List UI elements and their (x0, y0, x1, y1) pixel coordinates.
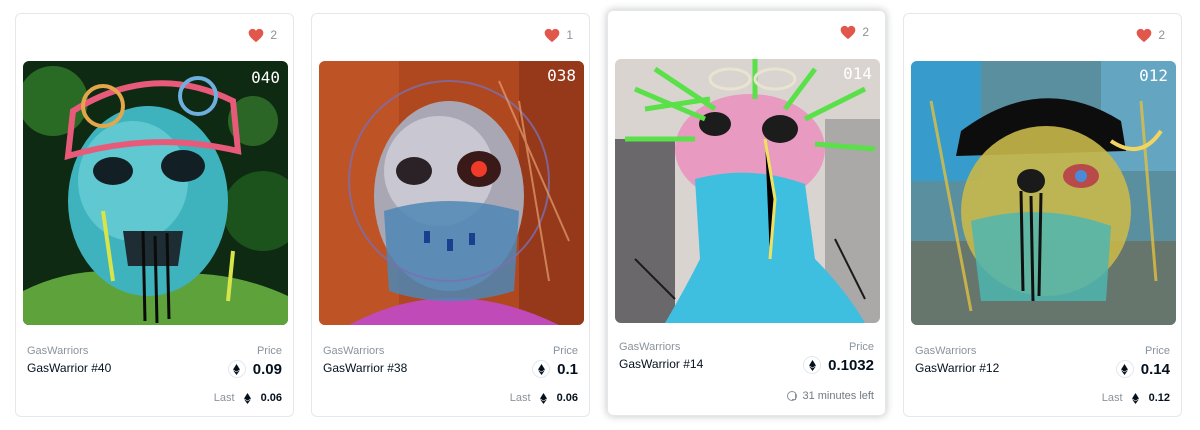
asset-image[interactable]: 038 (319, 61, 584, 325)
asset-card-38[interactable]: 1 038 GasWarriors GasWarrior #38 Price 0… (311, 13, 590, 417)
ethereum-icon (532, 360, 551, 378)
last-price: 0.12 (1148, 392, 1170, 404)
last-price: 0.06 (260, 392, 282, 404)
ethereum-icon (1129, 391, 1143, 405)
asset-name[interactable]: GasWarrior #12 (915, 361, 999, 375)
favorite-button[interactable]: 1 (544, 26, 573, 44)
price-label: Price (256, 345, 282, 357)
ethereum-icon (537, 391, 551, 405)
art-number: 012 (1139, 66, 1168, 85)
price: 0.1032 (803, 356, 874, 374)
last-label: Last (213, 392, 235, 404)
favorite-button[interactable]: 2 (1136, 26, 1165, 44)
price-value: 0.09 (252, 360, 282, 378)
heart-icon (248, 28, 264, 42)
art-number: 038 (547, 66, 576, 85)
ethereum-icon (227, 360, 246, 378)
price: 0.1 (532, 360, 578, 378)
art-number: 014 (843, 64, 872, 83)
collection-name[interactable]: GasWarriors (915, 345, 976, 357)
auction-time-left: 31 minutes left (787, 390, 874, 402)
heart-icon (1136, 28, 1152, 42)
collection-name[interactable]: GasWarriors (27, 345, 88, 357)
favorite-button[interactable]: 2 (840, 23, 869, 41)
last-label: Last (509, 392, 531, 404)
price-value: 0.1 (557, 360, 578, 378)
asset-name[interactable]: GasWarrior #40 (27, 361, 111, 375)
collection-name[interactable]: GasWarriors (619, 341, 680, 353)
collection-name[interactable]: GasWarriors (323, 345, 384, 357)
art-number: 040 (251, 68, 280, 87)
ethereum-icon (1115, 360, 1134, 378)
ethereum-icon (241, 391, 255, 405)
last-sale: Last 0.06 (510, 391, 578, 405)
clock-icon (787, 391, 798, 401)
asset-image[interactable]: 014 (615, 59, 880, 323)
asset-name[interactable]: GasWarrior #14 (619, 357, 703, 371)
price-label: Price (1144, 345, 1170, 357)
last-sale: Last 0.06 (214, 391, 282, 405)
asset-image[interactable]: 012 (911, 61, 1176, 325)
price-label: Price (552, 345, 578, 357)
asset-card-40[interactable]: 2 040 GasWarriors GasWarrior #40 Price 0… (15, 13, 294, 417)
heart-icon (840, 25, 856, 39)
favorite-count: 1 (566, 28, 573, 42)
asset-card-14[interactable]: 2 014 GasWarriors GasWarrior #14 Price 0… (607, 10, 886, 416)
favorite-count: 2 (862, 25, 869, 39)
ethereum-icon (803, 356, 822, 374)
price-value: 0.14 (1140, 360, 1170, 378)
time-left-text: 31 minutes left (802, 390, 874, 402)
favorite-count: 2 (1158, 28, 1165, 42)
last-price: 0.06 (556, 392, 578, 404)
favorite-button[interactable]: 2 (248, 26, 277, 44)
asset-name[interactable]: GasWarrior #38 (323, 361, 407, 375)
heart-icon (544, 28, 560, 42)
last-label: Last (1101, 392, 1123, 404)
price: 0.14 (1115, 360, 1170, 378)
last-sale: Last 0.12 (1102, 391, 1170, 405)
price: 0.09 (227, 360, 282, 378)
price-label: Price (848, 341, 874, 353)
price-value: 0.1032 (828, 356, 874, 374)
asset-card-12[interactable]: 2 012 GasWarriors GasWarrior #12 Price 0… (903, 13, 1182, 417)
favorite-count: 2 (270, 28, 277, 42)
asset-image[interactable]: 040 (23, 61, 288, 325)
